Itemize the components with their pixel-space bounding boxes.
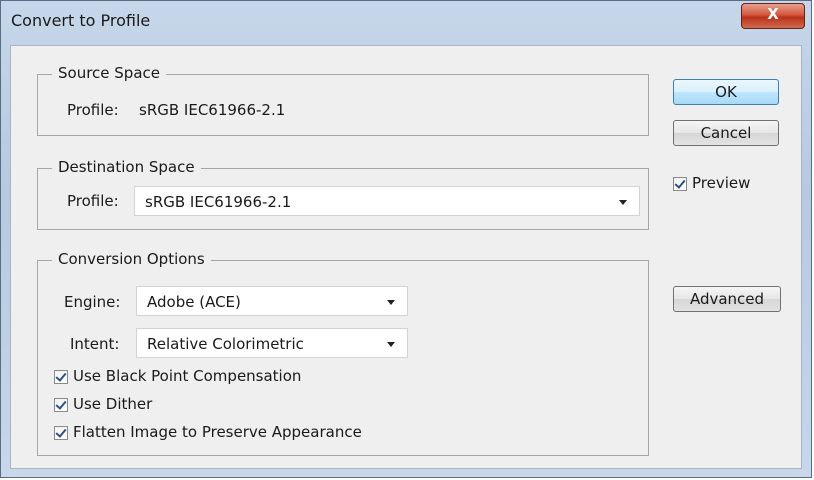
- destination-profile-value: sRGB IEC61966-2.1: [145, 193, 292, 211]
- use-dither-label[interactable]: Use Dither: [73, 395, 152, 413]
- conversion-options-legend: Conversion Options: [52, 250, 211, 268]
- title-bar[interactable]: Convert to Profile X: [1, 1, 811, 45]
- preview-label[interactable]: Preview: [692, 174, 750, 192]
- intent-dropdown[interactable]: Relative Colorimetric: [136, 328, 408, 358]
- intent-label: Intent:: [70, 335, 120, 353]
- dialog-body: Source Space Profile: sRGB IEC61966-2.1 …: [10, 45, 802, 469]
- cancel-button[interactable]: Cancel: [673, 120, 779, 146]
- black-point-label[interactable]: Use Black Point Compensation: [73, 367, 301, 385]
- source-space-group: Source Space Profile: sRGB IEC61966-2.1: [37, 64, 649, 136]
- engine-label: Engine:: [64, 293, 121, 311]
- destination-profile-dropdown[interactable]: sRGB IEC61966-2.1: [134, 186, 640, 216]
- close-icon: X: [767, 5, 779, 23]
- flatten-image-label[interactable]: Flatten Image to Preserve Appearance: [73, 423, 362, 441]
- destination-profile-label: Profile:: [67, 192, 119, 210]
- advanced-button[interactable]: Advanced: [673, 286, 781, 312]
- engine-dropdown[interactable]: Adobe (ACE): [136, 286, 408, 316]
- use-dither-checkbox[interactable]: [54, 398, 68, 412]
- source-profile-label: Profile:: [67, 101, 119, 119]
- chevron-down-icon: [619, 200, 627, 205]
- preview-checkbox[interactable]: [673, 177, 687, 191]
- dialog-title: Convert to Profile: [11, 11, 151, 30]
- flatten-image-checkbox[interactable]: [54, 426, 68, 440]
- ok-button[interactable]: OK: [673, 79, 779, 105]
- intent-value: Relative Colorimetric: [147, 335, 304, 353]
- destination-space-group: Destination Space Profile: sRGB IEC61966…: [37, 158, 649, 230]
- chevron-down-icon: [387, 300, 395, 305]
- source-space-legend: Source Space: [52, 64, 166, 82]
- close-button[interactable]: X: [741, 3, 805, 29]
- destination-space-legend: Destination Space: [52, 158, 201, 176]
- engine-value: Adobe (ACE): [147, 293, 241, 311]
- source-profile-value: sRGB IEC61966-2.1: [139, 101, 286, 119]
- conversion-options-group: Conversion Options Engine: Adobe (ACE) I…: [37, 250, 649, 456]
- convert-to-profile-dialog: Convert to Profile X Source Space Profil…: [0, 0, 812, 478]
- chevron-down-icon: [387, 342, 395, 347]
- black-point-checkbox[interactable]: [54, 370, 68, 384]
